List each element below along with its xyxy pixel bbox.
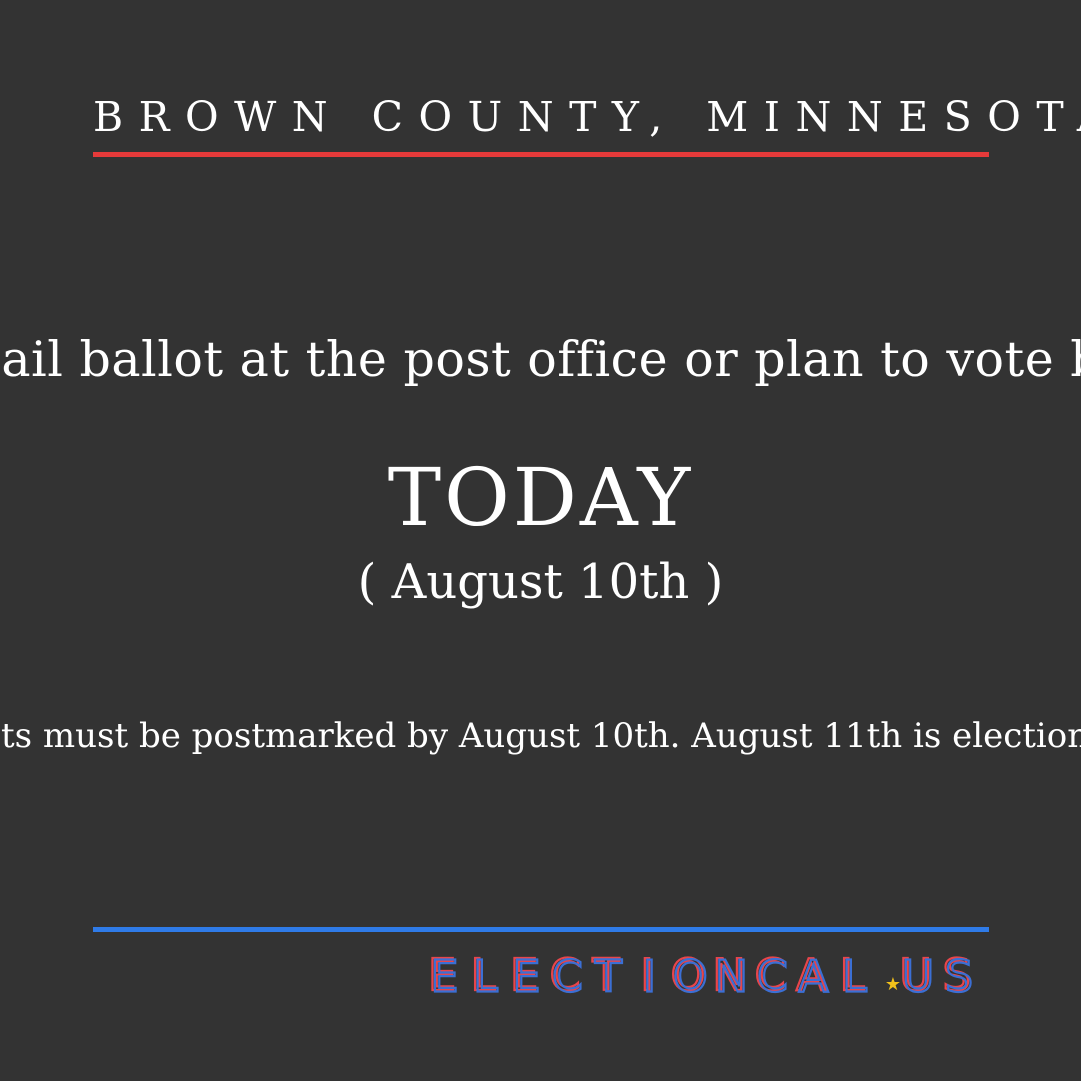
election-reminder-card: BROWN COUNTY, MINNESOTA Mail ballot at t… — [0, 0, 1081, 1081]
electioncal-logo: E E L L E E C C T T I I O O N N C C A A L L ★ U U S S — [389, 950, 989, 996]
logo-letter: E — [513, 952, 541, 997]
electioncal-logo-wordmark: EE LL EE CC TT II OO NN CC AA LL ★UU SS — [427, 950, 974, 997]
logo-letter: L — [842, 952, 867, 997]
deadline-emphasis: TODAY — [387, 451, 694, 544]
logo-letter: O — [673, 952, 708, 997]
logo-letter: A — [798, 952, 828, 997]
logo-letter: N — [715, 952, 748, 997]
postmark-note: Ballots must be postmarked by August 10t… — [0, 716, 1081, 756]
reminder-headline: Mail ballot at the post office or plan t… — [0, 331, 1081, 388]
header-divider — [93, 152, 989, 157]
logo-letter: C — [757, 952, 788, 997]
logo-letter: I — [643, 952, 656, 997]
logo-letter: L — [473, 952, 498, 997]
logo-letter: E — [431, 952, 459, 997]
footer-divider — [93, 927, 989, 932]
logo-letter: T — [594, 952, 622, 997]
logo-letter: U — [902, 952, 934, 997]
deadline-date: ( August 10th ) — [357, 554, 724, 610]
logo-letter: C — [552, 952, 583, 997]
logo-letter: S — [945, 952, 973, 997]
county-title: BROWN COUNTY, MINNESOTA — [93, 93, 1081, 141]
